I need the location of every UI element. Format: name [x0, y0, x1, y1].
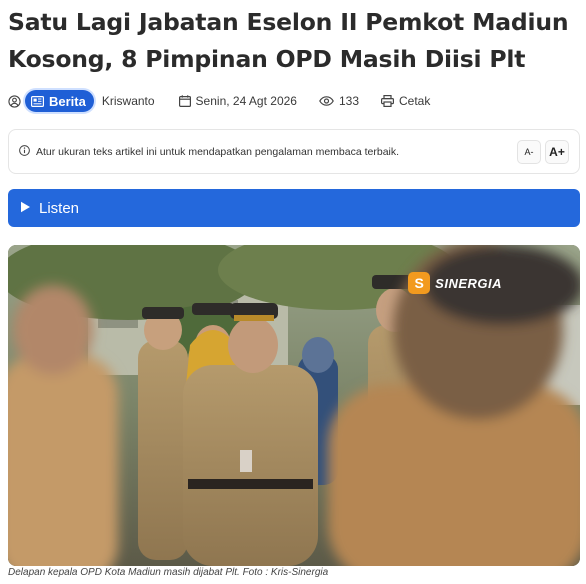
photo-caption: Delapan kepala OPD Kota Madiun masih dij…: [8, 567, 329, 578]
newspaper-icon: [31, 95, 44, 107]
publish-date: Senin, 24 Agt 2026: [178, 94, 297, 108]
calendar-icon: [178, 95, 191, 107]
category-label: Berita: [49, 93, 86, 109]
article-title: Satu Lagi Jabatan Eselon II Pemkot Madiu…: [8, 8, 569, 73]
sinergia-logo-icon: S: [408, 272, 431, 294]
article-photo: S SINERGIA: [8, 245, 580, 566]
print-label: Cetak: [399, 94, 431, 108]
eye-icon: [319, 96, 334, 106]
print-link[interactable]: Cetak: [381, 94, 430, 108]
sinergia-logo-text: SINERGIA: [435, 275, 502, 291]
play-icon: [20, 200, 31, 217]
listen-button[interactable]: Listen: [8, 189, 580, 227]
listen-label: Listen: [39, 199, 80, 217]
notice-text: Atur ukuran teks artikel ini untuk menda…: [36, 145, 400, 158]
views-text: 133: [338, 94, 359, 108]
sinergia-watermark: S SINERGIA: [408, 272, 502, 294]
font-decrease-button[interactable]: A-: [517, 139, 541, 164]
info-icon: [19, 144, 30, 159]
category-badge[interactable]: Berita: [25, 90, 94, 112]
view-count: 133: [319, 94, 359, 108]
article-meta: Berita Kriswanto Senin, 24 Agt 2026 133 …: [8, 89, 430, 113]
author-name[interactable]: Kriswanto: [102, 94, 155, 108]
user-circle-icon: [8, 94, 21, 108]
date-text: Senin, 24 Agt 2026: [195, 94, 297, 108]
printer-icon: [381, 95, 394, 107]
font-size-notice: Atur ukuran teks artikel ini untuk menda…: [8, 129, 580, 174]
font-increase-button[interactable]: A+: [545, 139, 569, 164]
